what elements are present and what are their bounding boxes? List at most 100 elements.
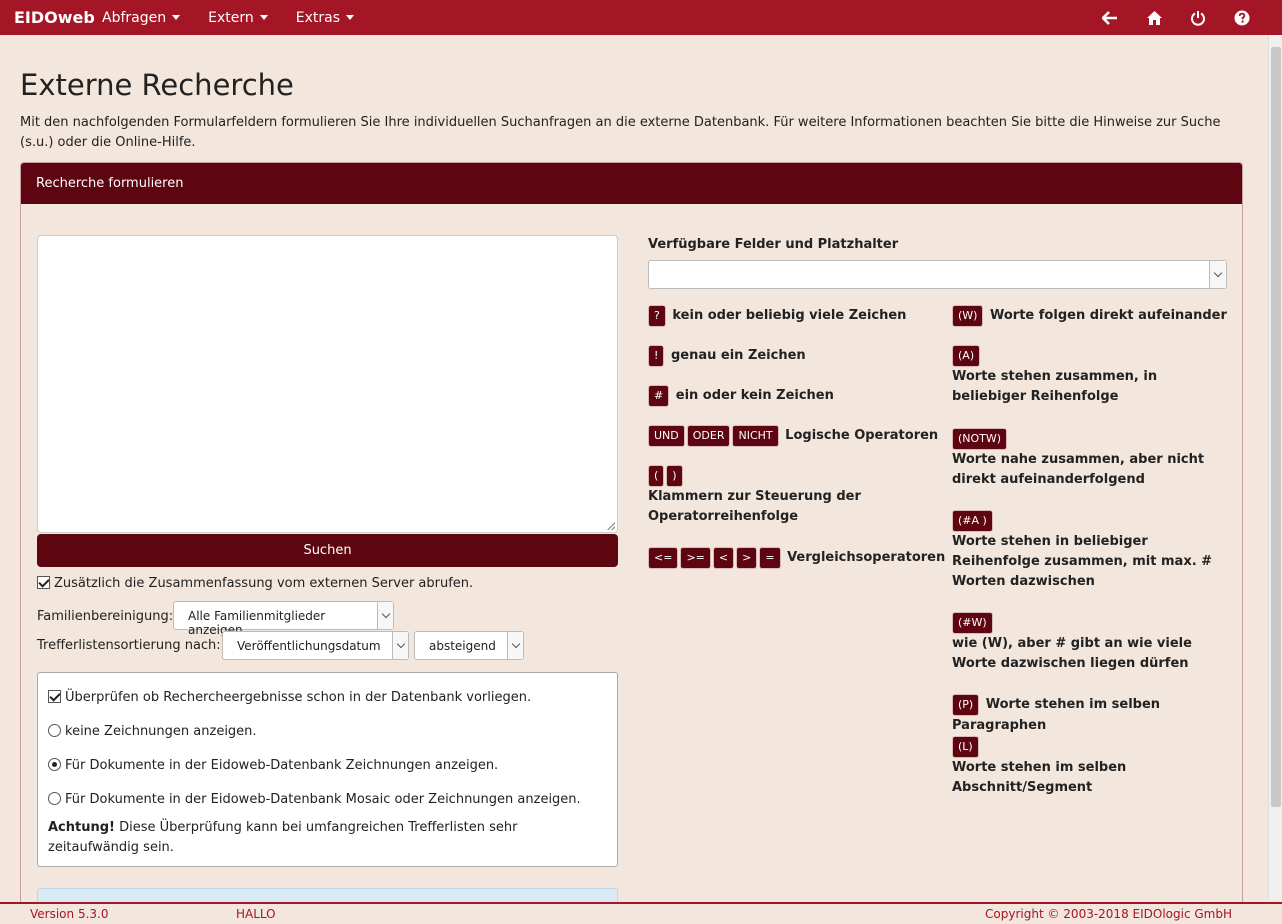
help-text: Worte stehen im selben Paragraphen xyxy=(952,697,1161,733)
footer-version: Version 5.3.0 xyxy=(30,907,109,921)
arrow-left-icon[interactable] xyxy=(1100,8,1120,28)
tag-nicht: NICHT xyxy=(732,425,779,447)
help-wildcard-any: ? kein oder beliebig viele Zeichen xyxy=(648,305,928,327)
tag-lt: < xyxy=(712,547,735,569)
brand-logo[interactable]: EIDOweb xyxy=(0,8,102,27)
help-text: kein oder beliebig viele Zeichen xyxy=(672,308,907,323)
summary-checkbox[interactable] xyxy=(37,576,50,589)
db-check-box: Überprüfen ob Rechercheergebnisse schon … xyxy=(37,672,618,867)
top-navbar: EIDOweb Abfragen Extern Extras xyxy=(0,0,1282,35)
db-check-option[interactable]: Überprüfen ob Rechercheergebnisse schon … xyxy=(48,690,531,705)
tag-num-w: (#W) xyxy=(952,612,993,634)
help-text: Worte nahe zusammen, aber nicht direkt a… xyxy=(952,452,1205,487)
help-comparison: <= >= < > = Vergleichsoperatoren xyxy=(648,547,948,569)
power-icon[interactable] xyxy=(1188,8,1208,28)
menu-abfragen[interactable]: Abfragen xyxy=(102,9,181,26)
help-notw: (NOTW) Worte nahe zusammen, aber nicht di… xyxy=(952,428,1232,490)
sort-select-value: Veröffentlichungsdatum xyxy=(237,639,381,653)
warning-note: Achtung! Diese Überprüfung kann bei umfa… xyxy=(48,818,608,858)
home-icon[interactable] xyxy=(1144,8,1164,28)
help-text: Worte stehen in beliebiger Reihenfolge z… xyxy=(952,534,1213,589)
help-text: Worte folgen direkt aufeinander xyxy=(990,308,1227,323)
page-intro: Mit den nachfolgenden Formularfeldern fo… xyxy=(20,115,1221,150)
tag-hash: # xyxy=(648,385,670,407)
family-select[interactable]: Alle Familienmitglieder anzeigen xyxy=(173,601,394,637)
footer: Version 5.3.0 HALLO Copyright © 2003-201… xyxy=(0,902,1282,924)
query-textarea[interactable] xyxy=(37,235,618,533)
tag-p: (P) xyxy=(952,694,980,716)
sort-label: Trefferlistensortierung nach: xyxy=(37,638,221,653)
page-scrollbar[interactable] xyxy=(1268,35,1282,900)
tag-l: (L) xyxy=(952,736,979,758)
help-text: Klammern zur Steuerung der Operatorreihe… xyxy=(648,489,861,524)
menu-extras-label: Extras xyxy=(295,9,340,26)
help-text: ein oder kein Zeichen xyxy=(675,388,834,403)
radio-drawings-label: Für Dokumente in der Eidoweb-Datenbank Z… xyxy=(65,758,499,773)
help-num-w: (#W) wie (W), aber # gibt an wie viele Wo… xyxy=(952,612,1232,674)
caret-down-icon xyxy=(259,15,268,20)
radio-option-drawings[interactable]: Für Dokumente in der Eidoweb-Datenbank Z… xyxy=(48,758,498,773)
help-wildcard-one: ! genau ein Zeichen xyxy=(648,345,928,367)
tag-question: ? xyxy=(648,305,666,327)
tag-notw: (NOTW) xyxy=(952,428,1008,450)
menu-extern[interactable]: Extern xyxy=(208,10,268,26)
tag-und: UND xyxy=(648,425,685,447)
tag-ge: >= xyxy=(680,547,711,569)
radio-drawings[interactable] xyxy=(48,758,61,771)
db-check-checkbox[interactable] xyxy=(48,690,61,703)
tag-eq: = xyxy=(759,547,781,569)
summary-option[interactable]: Zusätzlich die Zusammenfassung vom exter… xyxy=(37,576,473,591)
tag-num-a: (#A ) xyxy=(952,510,993,532)
fields-label: Verfügbare Felder und Platzhalter xyxy=(648,237,899,252)
help-l: (L) Worte stehen im selben Abschnitt/Segm… xyxy=(952,736,1152,798)
chevron-down-icon xyxy=(1209,261,1226,288)
menu-abfragen-label: Abfragen xyxy=(102,9,167,26)
radio-option-mosaic[interactable]: Für Dokumente in der Eidoweb-Datenbank M… xyxy=(48,792,581,807)
fields-select[interactable] xyxy=(648,260,1227,289)
sort-select[interactable]: Veröffentlichungsdatum xyxy=(222,631,409,660)
tag-exclamation: ! xyxy=(648,345,665,367)
tag-a: (A) xyxy=(952,345,981,367)
order-select-value: absteigend xyxy=(429,639,496,653)
help-w: (W) Worte folgen direkt aufeinander xyxy=(952,305,1232,327)
help-text: Vergleichsoperatoren xyxy=(787,550,946,565)
help-num-a: (#A ) Worte stehen in beliebiger Reihenfo… xyxy=(952,510,1232,592)
menu-extras[interactable]: Extras xyxy=(296,10,354,26)
radio-none[interactable] xyxy=(48,724,61,737)
radio-none-label: keine Zeichnungen anzeigen. xyxy=(65,724,257,739)
help-icon[interactable] xyxy=(1232,8,1252,28)
radio-option-none[interactable]: keine Zeichnungen anzeigen. xyxy=(48,724,257,739)
family-label: Familienbereinigung: xyxy=(37,609,174,624)
caret-down-icon xyxy=(345,15,354,20)
help-p: (P) Worte stehen im selben Paragraphen xyxy=(952,694,1242,736)
chevron-down-icon xyxy=(392,632,408,659)
panel-heading: Recherche formulieren xyxy=(21,163,1242,204)
warning-bold: Achtung! xyxy=(48,820,115,835)
help-text: Logische Operatoren xyxy=(785,428,939,443)
help-text: wie (W), aber # gibt an wie viele Worte … xyxy=(952,636,1192,671)
help-text: genau ein Zeichen xyxy=(670,348,806,363)
footer-copyright: Copyright © 2003-2018 EIDOlogic GmbH xyxy=(985,907,1232,921)
order-select[interactable]: absteigend xyxy=(414,631,524,660)
scrollbar-thumb[interactable] xyxy=(1271,47,1281,807)
help-brackets: () Klammern zur Steuerung der Operatorrei… xyxy=(648,465,868,527)
tag-le: <= xyxy=(648,547,679,569)
summary-label: Zusätzlich die Zusammenfassung vom exter… xyxy=(54,576,474,591)
resize-handle-icon[interactable] xyxy=(607,522,615,530)
chevron-down-icon xyxy=(377,602,393,629)
menu-extern-label: Extern xyxy=(208,9,254,26)
warning-text: Diese Überprüfung kann bei umfangreichen… xyxy=(48,820,518,855)
tag-close-paren: ) xyxy=(666,465,683,487)
chevron-down-icon xyxy=(507,632,523,659)
search-button[interactable]: Suchen xyxy=(37,534,618,567)
radio-mosaic[interactable] xyxy=(48,792,61,805)
search-panel: Recherche formulieren Suchen Zusätzlich … xyxy=(20,162,1243,922)
help-wildcard-optional: # ein oder kein Zeichen xyxy=(648,385,928,407)
radio-mosaic-label: Für Dokumente in der Eidoweb-Datenbank M… xyxy=(65,792,581,807)
tag-open-paren: ( xyxy=(648,465,665,487)
caret-down-icon xyxy=(172,15,181,20)
help-logic-operators: UND ODER NICHT Logische Operatoren xyxy=(648,425,948,447)
tag-gt: > xyxy=(736,547,758,569)
page-title: Externe Recherche xyxy=(20,68,294,102)
help-text: Worte stehen zusammen, in beliebiger Rei… xyxy=(952,369,1158,404)
